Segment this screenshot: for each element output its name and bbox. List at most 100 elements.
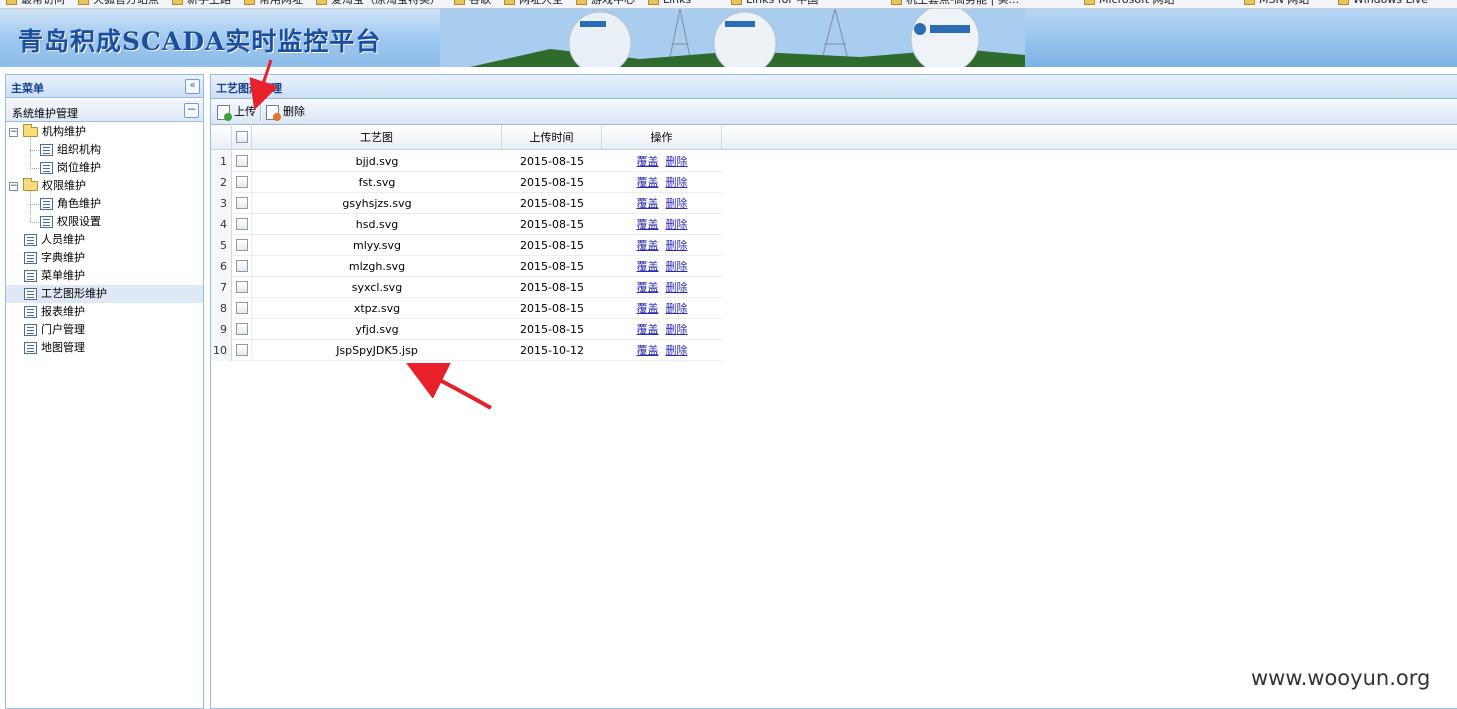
- bookmark-label: MSN 网站: [1259, 0, 1309, 6]
- bookmark-item[interactable]: 新手上路: [172, 0, 231, 7]
- row-select-cell[interactable]: [232, 151, 252, 172]
- row-select-cell[interactable]: [232, 319, 252, 340]
- row-select-cell[interactable]: [232, 214, 252, 235]
- bookmark-item[interactable]: 网址大全: [504, 0, 563, 7]
- table-row[interactable]: 3 gsyhsjzs.svg 2015-08-15 覆盖 删除: [211, 193, 722, 214]
- row-checkbox[interactable]: [236, 176, 248, 188]
- delete-link[interactable]: 删除: [666, 281, 688, 294]
- row-select-cell[interactable]: [232, 172, 252, 193]
- file-name: mlyy.svg: [353, 239, 401, 252]
- row-checkbox[interactable]: [236, 323, 248, 335]
- delete-link[interactable]: 删除: [666, 260, 688, 273]
- bookmark-item[interactable]: 最常访问: [6, 0, 65, 7]
- upload-button[interactable]: 上传: [217, 103, 259, 121]
- delete-link[interactable]: 删除: [666, 239, 688, 252]
- table-row[interactable]: 2 fst.svg 2015-08-15 覆盖 删除: [211, 172, 722, 193]
- bookmark-item[interactable]: 机王套点-高势能 | 实...: [891, 0, 1019, 7]
- menu-item[interactable]: 人员维护: [6, 231, 203, 249]
- select-all-checkbox[interactable]: [236, 131, 248, 143]
- upload-date: 2015-08-15: [520, 218, 584, 231]
- overwrite-link[interactable]: 覆盖: [637, 323, 659, 336]
- collapse-panel-icon[interactable]: «: [185, 79, 200, 94]
- tree-expand-icon[interactable]: −: [9, 182, 18, 191]
- row-select-cell[interactable]: [232, 277, 252, 298]
- delete-link[interactable]: 删除: [666, 302, 688, 315]
- bookmark-label: 爱淘宝（原淘宝特卖）: [331, 0, 441, 6]
- row-checkbox[interactable]: [236, 239, 248, 251]
- menu-item[interactable]: 字典维护: [6, 249, 203, 267]
- overwrite-link[interactable]: 覆盖: [637, 302, 659, 315]
- overwrite-link[interactable]: 覆盖: [637, 155, 659, 168]
- bookmark-item[interactable]: 游戏中心: [576, 0, 635, 7]
- menu-item[interactable]: 组织机构: [6, 141, 203, 159]
- row-actions: 覆盖 删除: [602, 214, 722, 235]
- row-select-cell[interactable]: [232, 256, 252, 277]
- menu-item[interactable]: − 机构维护: [6, 123, 203, 141]
- bookmark-item[interactable]: 火狐官方站点: [78, 0, 159, 7]
- menu-item[interactable]: 菜单维护: [6, 267, 203, 285]
- menu-item[interactable]: 工艺图形维护: [6, 285, 203, 303]
- row-select-cell[interactable]: [232, 298, 252, 319]
- table-row[interactable]: 5 mlyy.svg 2015-08-15 覆盖 删除: [211, 235, 722, 256]
- row-checkbox[interactable]: [236, 155, 248, 167]
- table-row[interactable]: 8 xtpz.svg 2015-08-15 覆盖 删除: [211, 298, 722, 319]
- table-row[interactable]: 10 JspSpyJDK5.jsp 2015-10-12 覆盖 删除: [211, 340, 722, 361]
- delete-link[interactable]: 删除: [666, 197, 688, 210]
- bookmark-item[interactable]: 爱淘宝（原淘宝特卖）: [316, 0, 441, 7]
- header-select-all[interactable]: [232, 126, 252, 150]
- bookmark-item[interactable]: MSN 网站: [1244, 0, 1309, 7]
- bookmark-item[interactable]: 常用网址: [244, 0, 303, 7]
- bookmark-item[interactable]: Links: [648, 0, 691, 7]
- overwrite-link[interactable]: 覆盖: [637, 176, 659, 189]
- menu-item[interactable]: 角色维护: [6, 195, 203, 213]
- delete-link[interactable]: 删除: [666, 323, 688, 336]
- row-select-cell[interactable]: [232, 193, 252, 214]
- table-row[interactable]: 6 mlzgh.svg 2015-08-15 覆盖 删除: [211, 256, 722, 277]
- delete-link[interactable]: 删除: [666, 344, 688, 357]
- folder-icon: [1244, 0, 1255, 5]
- table-row[interactable]: 7 syxcl.svg 2015-08-15 覆盖 删除: [211, 277, 722, 298]
- row-checkbox[interactable]: [236, 344, 248, 356]
- row-checkbox[interactable]: [236, 260, 248, 272]
- table-row[interactable]: 9 yfjd.svg 2015-08-15 覆盖 删除: [211, 319, 722, 340]
- accordion-collapse-icon[interactable]: −: [184, 103, 199, 118]
- overwrite-link[interactable]: 覆盖: [637, 197, 659, 210]
- header-upload-time[interactable]: 上传时间: [502, 126, 602, 150]
- overwrite-link[interactable]: 覆盖: [637, 344, 659, 357]
- row-select-cell[interactable]: [232, 340, 252, 361]
- delete-link[interactable]: 删除: [666, 176, 688, 189]
- file-name: gsyhsjzs.svg: [342, 197, 412, 210]
- menu-item[interactable]: 报表维护: [6, 303, 203, 321]
- accordion-system-maintenance[interactable]: 系统维护管理 −: [6, 100, 203, 122]
- table-row[interactable]: 4 hsd.svg 2015-08-15 覆盖 删除: [211, 214, 722, 235]
- delete-link[interactable]: 删除: [666, 155, 688, 168]
- bookmark-item[interactable]: Links for 中国: [731, 0, 818, 7]
- menu-item[interactable]: 岗位维护: [6, 159, 203, 177]
- delete-button[interactable]: 删除: [266, 103, 308, 121]
- row-actions: 覆盖 删除: [602, 277, 722, 298]
- file-name: bjjd.svg: [355, 155, 399, 168]
- bookmark-item[interactable]: 谷歌: [454, 0, 491, 7]
- row-checkbox[interactable]: [236, 281, 248, 293]
- table-row[interactable]: 1 bjjd.svg 2015-08-15 覆盖 删除: [211, 151, 722, 172]
- menu-item[interactable]: 地图管理: [6, 339, 203, 357]
- row-checkbox[interactable]: [236, 197, 248, 209]
- bookmark-item[interactable]: Microsoft 网站: [1084, 0, 1175, 7]
- row-checkbox[interactable]: [236, 218, 248, 230]
- delete-link[interactable]: 删除: [666, 218, 688, 231]
- menu-item[interactable]: 权限设置: [6, 213, 203, 231]
- row-number: 3: [211, 193, 232, 214]
- menu-item[interactable]: − 权限维护: [6, 177, 203, 195]
- tree-expand-icon[interactable]: −: [9, 128, 18, 137]
- menu-item[interactable]: 门户管理: [6, 321, 203, 339]
- row-checkbox[interactable]: [236, 302, 248, 314]
- overwrite-link[interactable]: 覆盖: [637, 281, 659, 294]
- overwrite-link[interactable]: 覆盖: [637, 239, 659, 252]
- bookmark-item[interactable]: Windows Live: [1338, 0, 1428, 7]
- tree-connector: [30, 137, 31, 168]
- row-select-cell[interactable]: [232, 235, 252, 256]
- header-drawing[interactable]: 工艺图: [252, 126, 502, 150]
- row-actions: 覆盖 删除: [602, 235, 722, 256]
- overwrite-link[interactable]: 覆盖: [637, 260, 659, 273]
- overwrite-link[interactable]: 覆盖: [637, 218, 659, 231]
